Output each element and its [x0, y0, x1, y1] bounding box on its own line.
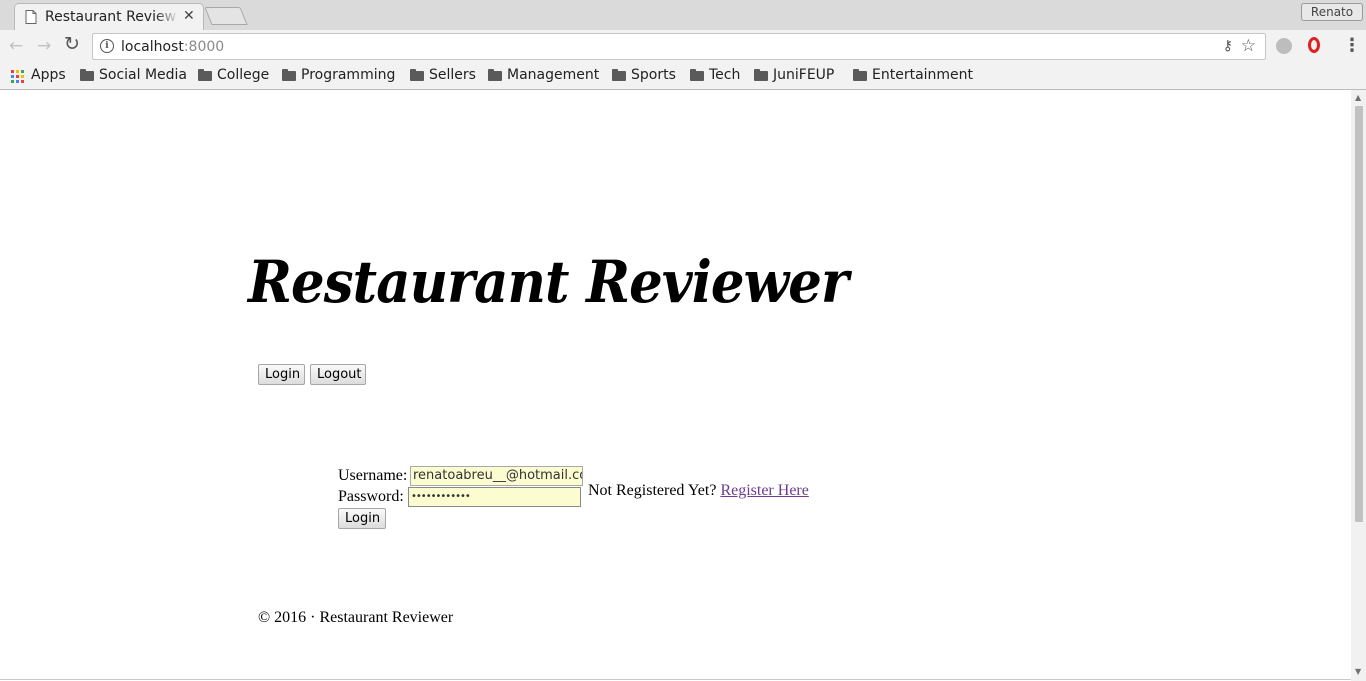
site-logo: Restaurant Reviewer: [246, 248, 852, 316]
page-viewport: Restaurant Reviewer Login Logout Usernam…: [0, 90, 1351, 681]
tab-strip: Restaurant Reviewer ✕ Renato: [0, 0, 1366, 30]
register-link[interactable]: Register Here: [720, 482, 808, 499]
vertical-scrollbar[interactable]: ▲ ▼: [1351, 90, 1366, 681]
register-prompt: Not Registered Yet? Register Here: [588, 482, 809, 500]
page-icon: [25, 10, 37, 24]
login-submit-button[interactable]: Login: [338, 508, 386, 529]
address-bar[interactable]: i localhost:8000 ⚷ ☆: [92, 33, 1266, 60]
apps-grid-icon: [11, 70, 24, 83]
star-icon[interactable]: ☆: [1241, 36, 1256, 56]
url-text: localhost:8000: [121, 39, 225, 55]
username-label: Username:: [338, 467, 408, 484]
folder-icon: [282, 69, 296, 81]
extension-icon[interactable]: [1276, 38, 1292, 54]
new-tab-button[interactable]: [204, 7, 248, 25]
header-login-button[interactable]: Login: [258, 364, 305, 385]
profile-button[interactable]: Renato: [1301, 3, 1363, 21]
tab-restaurant-reviewer[interactable]: Restaurant Reviewer ✕: [14, 3, 204, 30]
folder-icon: [488, 69, 502, 81]
back-arrow-icon[interactable]: ←: [9, 38, 23, 55]
scrollbar-thumb[interactable]: [1355, 106, 1363, 522]
password-label: Password:: [338, 488, 404, 505]
folder-icon: [198, 69, 212, 81]
close-icon[interactable]: ✕: [183, 8, 195, 24]
password-input[interactable]: ••••••••••••: [408, 487, 581, 507]
window-bottom-edge: [0, 679, 1351, 680]
folder-icon: [853, 69, 867, 81]
folder-icon: [80, 69, 94, 81]
folder-icon: [690, 69, 704, 81]
page-footer: © 2016 · Restaurant Reviewer: [258, 609, 454, 626]
scroll-down-arrow-icon[interactable]: ▼: [1355, 667, 1361, 676]
folder-icon: [754, 69, 768, 81]
browser-toolbar: ← → ↻ i localhost:8000 ⚷ ☆ ⋮: [0, 30, 1366, 63]
folder-icon: [612, 69, 626, 81]
reload-icon[interactable]: ↻: [64, 35, 80, 54]
bookmarks-bar: Apps Social Media College Programming Se…: [0, 63, 1366, 90]
forward-arrow-icon[interactable]: →: [37, 38, 51, 55]
logout-button[interactable]: Logout: [310, 364, 366, 385]
info-icon[interactable]: i: [100, 39, 114, 53]
scroll-up-arrow-icon[interactable]: ▲: [1355, 93, 1361, 102]
key-icon[interactable]: ⚷: [1223, 38, 1233, 54]
opera-icon[interactable]: [1308, 37, 1320, 53]
svg-text:Restaurant Reviewer: Restaurant Reviewer: [246, 248, 852, 316]
not-registered-text: Not Registered Yet?: [588, 482, 717, 499]
menu-icon[interactable]: ⋮: [1343, 35, 1361, 56]
folder-icon: [410, 69, 424, 81]
username-input[interactable]: renatoabreu__@hotmail.com: [410, 466, 583, 486]
